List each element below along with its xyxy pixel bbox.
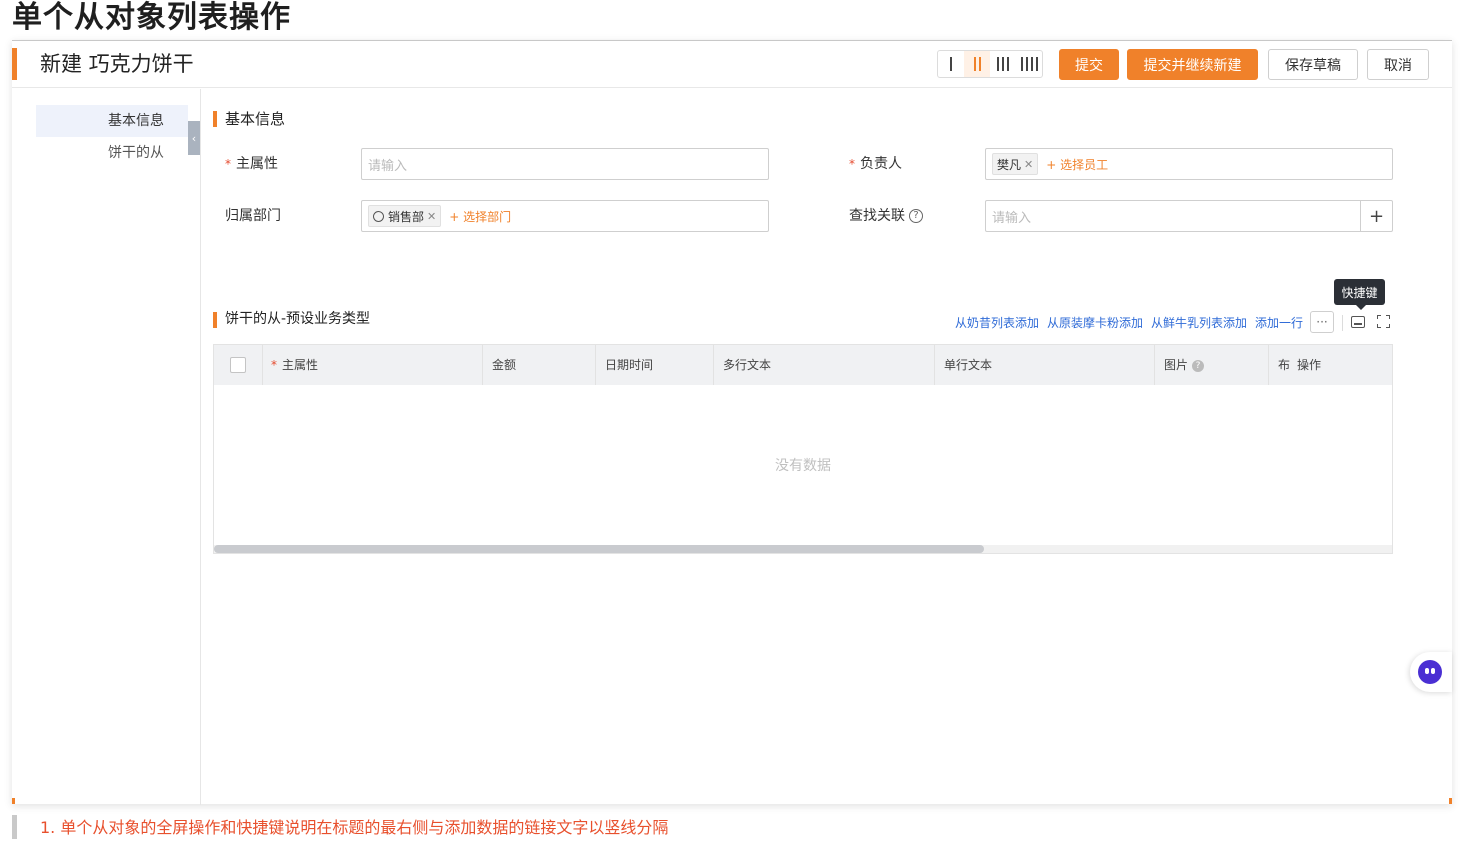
table-header: * 主属性 金额 日期时间 多行文本 单行文本 图片? 布 操作 [214, 345, 1392, 385]
keyboard-shortcut-icon[interactable] [1351, 316, 1365, 328]
document-title: 单个从对象列表操作 [12, 0, 291, 35]
two-column-icon [973, 57, 981, 71]
column-divider [595, 345, 596, 385]
chevron-left-icon: ‹ [191, 131, 197, 145]
main-attr-label: * 主属性 [225, 156, 278, 172]
main-attr-placeholder: 请输入 [368, 158, 408, 174]
main-attr-input[interactable]: 请输入 [361, 148, 769, 180]
save-draft-button[interactable]: 保存草稿 [1268, 49, 1358, 80]
column-divider [1154, 345, 1155, 385]
add-lookup-button[interactable]: + [1360, 201, 1392, 231]
owner-field[interactable]: 樊凡 ✕ + 选择员工 [985, 148, 1393, 180]
horizontal-scrollbar[interactable] [214, 545, 1392, 553]
nav-item-basic-info[interactable]: 基本信息 [36, 105, 188, 137]
panel-corner-accent [12, 798, 15, 804]
nav-item-cookie-detail[interactable]: 饼干的从 [36, 137, 188, 169]
detail-table: * 主属性 金额 日期时间 多行文本 单行文本 图片? 布 操作 没有数据 [213, 344, 1393, 554]
annotation-note: 1. 单个从对象的全屏操作和快捷键说明在标题的最右侧与添加数据的链接文字以竖线分… [40, 818, 669, 837]
empty-state-text: 没有数据 [775, 458, 831, 474]
department-label: 归属部门 [225, 208, 281, 224]
department-field[interactable]: 销售部 ✕ + 选择部门 [361, 200, 769, 232]
column-divider [1268, 345, 1269, 385]
form-title: 新建 巧克力饼干 [40, 52, 194, 76]
form-header: 新建 巧克力饼干 提交 提交并继续新建 保存草稿 取消 [12, 41, 1452, 88]
lookup-placeholder: 请输入 [992, 210, 1032, 226]
column-layout-toggle [937, 50, 1043, 78]
required-mark: * [849, 157, 855, 171]
owner-label: * 负责人 [849, 156, 902, 172]
owner-tag: 樊凡 ✕ [992, 153, 1039, 175]
remove-tag-icon[interactable]: ✕ [1024, 158, 1033, 171]
sidebar-divider [200, 89, 201, 805]
column-divider [934, 345, 935, 385]
submit-button[interactable]: 提交 [1059, 49, 1119, 80]
add-from-mocha-link[interactable]: 从原装摩卡粉添加 [1047, 315, 1143, 331]
column-header-actions: 操作 [1297, 358, 1322, 372]
fullscreen-icon[interactable] [1377, 315, 1390, 328]
note-accent-bar [12, 815, 17, 839]
layout-2-column-option[interactable] [964, 51, 990, 77]
form-panel: 新建 巧克力饼干 提交 提交并继续新建 保存草稿 取消 基本信息 饼干的从 ‹ … [12, 40, 1452, 805]
more-actions-button[interactable]: ··· [1310, 311, 1334, 333]
add-from-milk-link[interactable]: 从鲜牛乳列表添加 [1151, 315, 1247, 331]
section-nav: 基本信息 饼干的从 [36, 105, 188, 169]
detail-section-accent [213, 312, 217, 328]
select-all-checkbox[interactable] [230, 357, 246, 373]
department-tag: 销售部 ✕ [368, 205, 442, 227]
robot-icon [1418, 660, 1442, 684]
layout-4-column-option[interactable] [1016, 51, 1042, 77]
help-icon[interactable]: ? [909, 209, 923, 223]
select-employee-link[interactable]: + 选择员工 [1046, 156, 1108, 173]
layout-1-column-option[interactable] [938, 51, 964, 77]
three-column-icon [997, 57, 1009, 71]
help-icon[interactable]: ? [1192, 359, 1205, 372]
required-mark: * [225, 157, 231, 171]
select-department-link[interactable]: + 选择部门 [449, 208, 511, 225]
column-header-main-attr[interactable]: * 主属性 [271, 357, 318, 373]
detail-section-title: 饼干的从-预设业务类型 [225, 311, 371, 327]
collapse-sidebar-handle[interactable]: ‹ [188, 121, 200, 155]
cancel-button[interactable]: 取消 [1367, 49, 1429, 80]
column-header-amount[interactable]: 金额 [492, 357, 516, 373]
column-divider [482, 345, 483, 385]
department-icon [373, 210, 384, 222]
add-row-link[interactable]: 添加一行 [1255, 315, 1303, 331]
column-header-datetime[interactable]: 日期时间 [605, 357, 653, 373]
assistant-float-button[interactable] [1410, 652, 1452, 692]
column-header-singleline[interactable]: 单行文本 [944, 357, 992, 373]
panel-corner-accent [1449, 798, 1452, 804]
lookup-label: 查找关联? [849, 206, 923, 226]
toolbar-divider [1342, 315, 1343, 331]
basic-section-accent [213, 111, 217, 127]
submit-and-new-button[interactable]: 提交并继续新建 [1127, 49, 1258, 80]
layout-3-column-option[interactable] [990, 51, 1016, 77]
column-header-image[interactable]: 图片? [1164, 357, 1205, 373]
remove-tag-icon[interactable]: ✕ [427, 210, 436, 223]
add-from-milkshake-link[interactable]: 从奶昔列表添加 [955, 315, 1039, 331]
column-header-cloth[interactable]: 布 [1278, 357, 1290, 373]
basic-section-title: 基本信息 [225, 110, 286, 128]
column-divider [713, 345, 714, 385]
required-mark: * [271, 358, 277, 372]
header-accent-bar [12, 48, 17, 80]
four-column-icon [1020, 57, 1038, 71]
scrollbar-thumb[interactable] [214, 545, 984, 553]
column-header-multiline[interactable]: 多行文本 [723, 357, 771, 373]
column-divider [262, 345, 263, 385]
lookup-input[interactable]: 请输入 + [985, 200, 1393, 232]
one-column-icon [950, 57, 952, 71]
shortcut-tooltip: 快捷键 [1334, 279, 1385, 310]
